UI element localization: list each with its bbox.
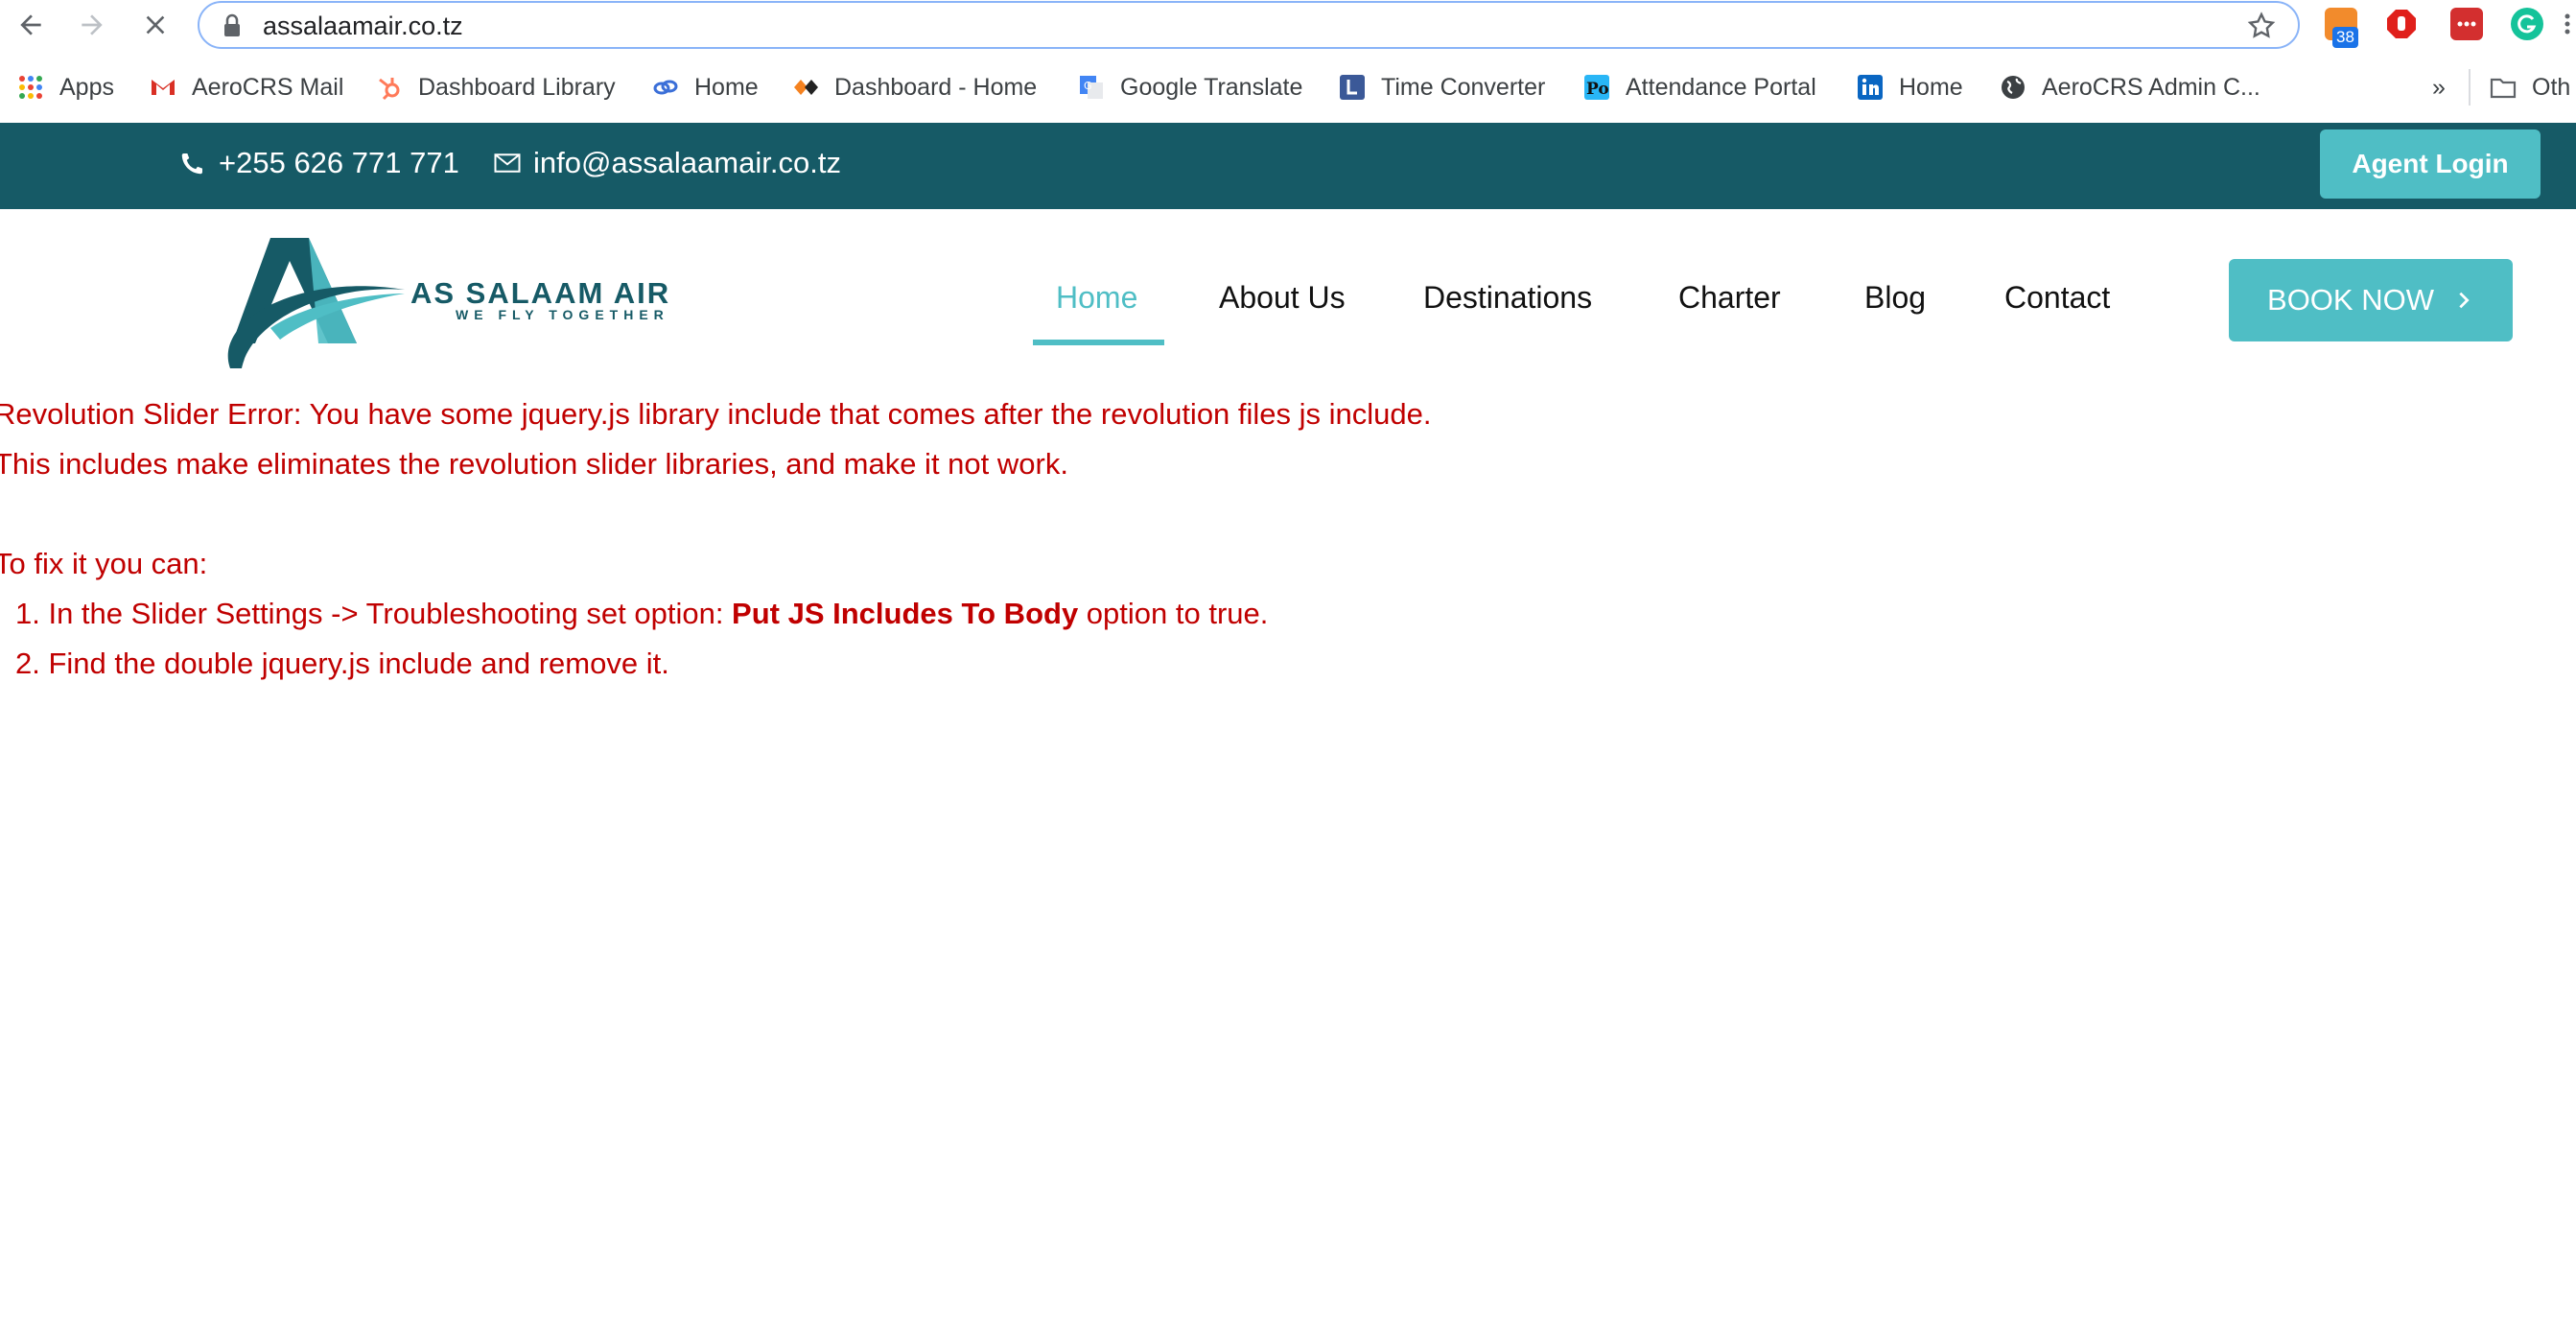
step-1-prefix: 1. In the Slider Settings -> Troubleshoo…: [15, 597, 733, 630]
nav-contact[interactable]: Contact: [2004, 280, 2110, 316]
bookmark-divider: [2469, 69, 2471, 106]
menu-dots-icon[interactable]: [2563, 8, 2572, 40]
bookmark-label: AeroCRS Mail: [192, 73, 344, 101]
globe-icon: [2002, 76, 2025, 99]
logo-wordmark: AS SALAAM AIR: [410, 276, 671, 310]
folder-icon: [2490, 78, 2517, 99]
bookmark-aerocrs-admin[interactable]: AeroCRS Admin C...: [2000, 71, 2260, 104]
error-fix-step-2: 2. Find the double jquery.js include and…: [15, 647, 669, 680]
clock-icon: [1340, 75, 1365, 100]
bookmark-home-1[interactable]: Home: [652, 71, 759, 104]
error-fix-intro: To fix it you can:: [0, 547, 208, 580]
error-line-2: This includes make eliminates the revolu…: [0, 447, 1068, 481]
bookmark-attendance-portal[interactable]: Po Attendance Portal: [1583, 71, 1816, 104]
svg-text:Po: Po: [1586, 80, 1609, 99]
envelope-icon: [494, 153, 521, 173]
book-now-label: BOOK NOW: [2267, 283, 2434, 317]
bookmark-other-bookmarks[interactable]: Oth: [2490, 71, 2570, 104]
forward-button[interactable]: [73, 6, 111, 44]
nav-about-us[interactable]: About Us: [1219, 280, 1346, 316]
lock-icon: [224, 13, 240, 36]
extension-badge: 38: [2332, 27, 2358, 48]
bookmark-label: Time Converter: [1381, 73, 1546, 101]
bookmark-label: Dashboard - Home: [834, 73, 1038, 101]
back-button[interactable]: [12, 6, 50, 44]
bookmark-label: Google Translate: [1120, 73, 1303, 101]
chevron-right-icon: [2459, 292, 2470, 309]
book-now-button[interactable]: BOOK NOW: [2229, 259, 2513, 341]
bookmark-label: Home: [1899, 73, 1963, 101]
svg-text:G: G: [1084, 80, 1092, 92]
browser-toolbar: assalaamair.co.tz 38: [0, 0, 2576, 50]
bookmark-aerocrs-mail[interactable]: AeroCRS Mail: [150, 71, 343, 104]
bookmark-google-translate[interactable]: G Google Translate: [1078, 71, 1302, 104]
overflow-chevron-icon: »: [2432, 73, 2446, 101]
site-top-bar: +255 626 771 771 info@assalaamair.co.tz: [0, 123, 2576, 209]
linkedin-icon: [1858, 75, 1883, 100]
logo-tagline: WE FLY TOGETHER: [456, 307, 669, 322]
nav-destinations[interactable]: Destinations: [1423, 280, 1592, 316]
bookmark-label: Apps: [59, 73, 114, 101]
bookmark-dashboard-library[interactable]: Dashboard Library: [376, 71, 616, 104]
diamond-icon: [794, 80, 818, 95]
grammarly-extension-icon[interactable]: [2511, 8, 2543, 40]
bookmark-star-icon[interactable]: [2246, 11, 2277, 41]
phone-icon: [181, 153, 202, 175]
step-1-bold-option: Put JS Includes To Body: [732, 597, 1079, 630]
back-arrow-icon: [20, 14, 41, 35]
url-text: assalaamair.co.tz: [263, 12, 463, 40]
lastpass-extension-icon[interactable]: [2450, 8, 2483, 40]
bookmark-time-converter[interactable]: Time Converter: [1339, 71, 1545, 104]
address-bar[interactable]: assalaamair.co.tz: [198, 1, 2300, 49]
bookmark-home-2[interactable]: Home: [1857, 71, 1963, 104]
nav-charter[interactable]: Charter: [1678, 280, 1781, 316]
hubspot-icon: [379, 78, 400, 101]
bookmark-label: Attendance Portal: [1626, 73, 1816, 101]
email-contact[interactable]: info@assalaamair.co.tz: [493, 146, 841, 180]
nav-blog[interactable]: Blog: [1864, 280, 1926, 316]
gmail-icon: [152, 80, 175, 95]
stop-loading-button[interactable]: [136, 6, 175, 44]
nav-active-underline: [1033, 340, 1164, 345]
bookmark-label: Home: [694, 73, 759, 101]
error-fix-step-1: 1. In the Slider Settings -> Troubleshoo…: [15, 597, 1268, 631]
bookmark-apps[interactable]: Apps: [17, 71, 114, 104]
agent-login-button[interactable]: Agent Login: [2320, 129, 2541, 199]
bookmarks-overflow-button[interactable]: »: [2432, 71, 2446, 104]
bookmark-dashboard-home[interactable]: Dashboard - Home: [792, 71, 1037, 104]
step-1-suffix: option to true.: [1078, 597, 1269, 630]
bookmark-label: AeroCRS Admin C...: [2042, 73, 2260, 101]
adblock-extension-icon[interactable]: [2385, 8, 2418, 40]
nav-home[interactable]: Home: [1056, 280, 1137, 316]
email-address: info@assalaamair.co.tz: [533, 146, 841, 179]
apps-grid-icon: [19, 76, 42, 99]
google-translate-icon: G: [1080, 76, 1103, 99]
bookmark-label: Dashboard Library: [418, 73, 616, 101]
error-line-1: Revolution Slider Error: You have some j…: [0, 397, 1432, 431]
phone-number: +255 626 771 771: [219, 146, 459, 179]
bookmark-label: Oth: [2532, 73, 2571, 101]
bookmarks-bar: Apps AeroCRS Mail Dashboard Library Home…: [0, 50, 2576, 121]
attendance-icon: Po: [1584, 75, 1609, 100]
link-icon: [653, 80, 678, 95]
forward-arrow-icon: [82, 14, 103, 35]
phone-contact[interactable]: +255 626 771 771: [178, 146, 459, 180]
close-icon: [146, 15, 165, 35]
